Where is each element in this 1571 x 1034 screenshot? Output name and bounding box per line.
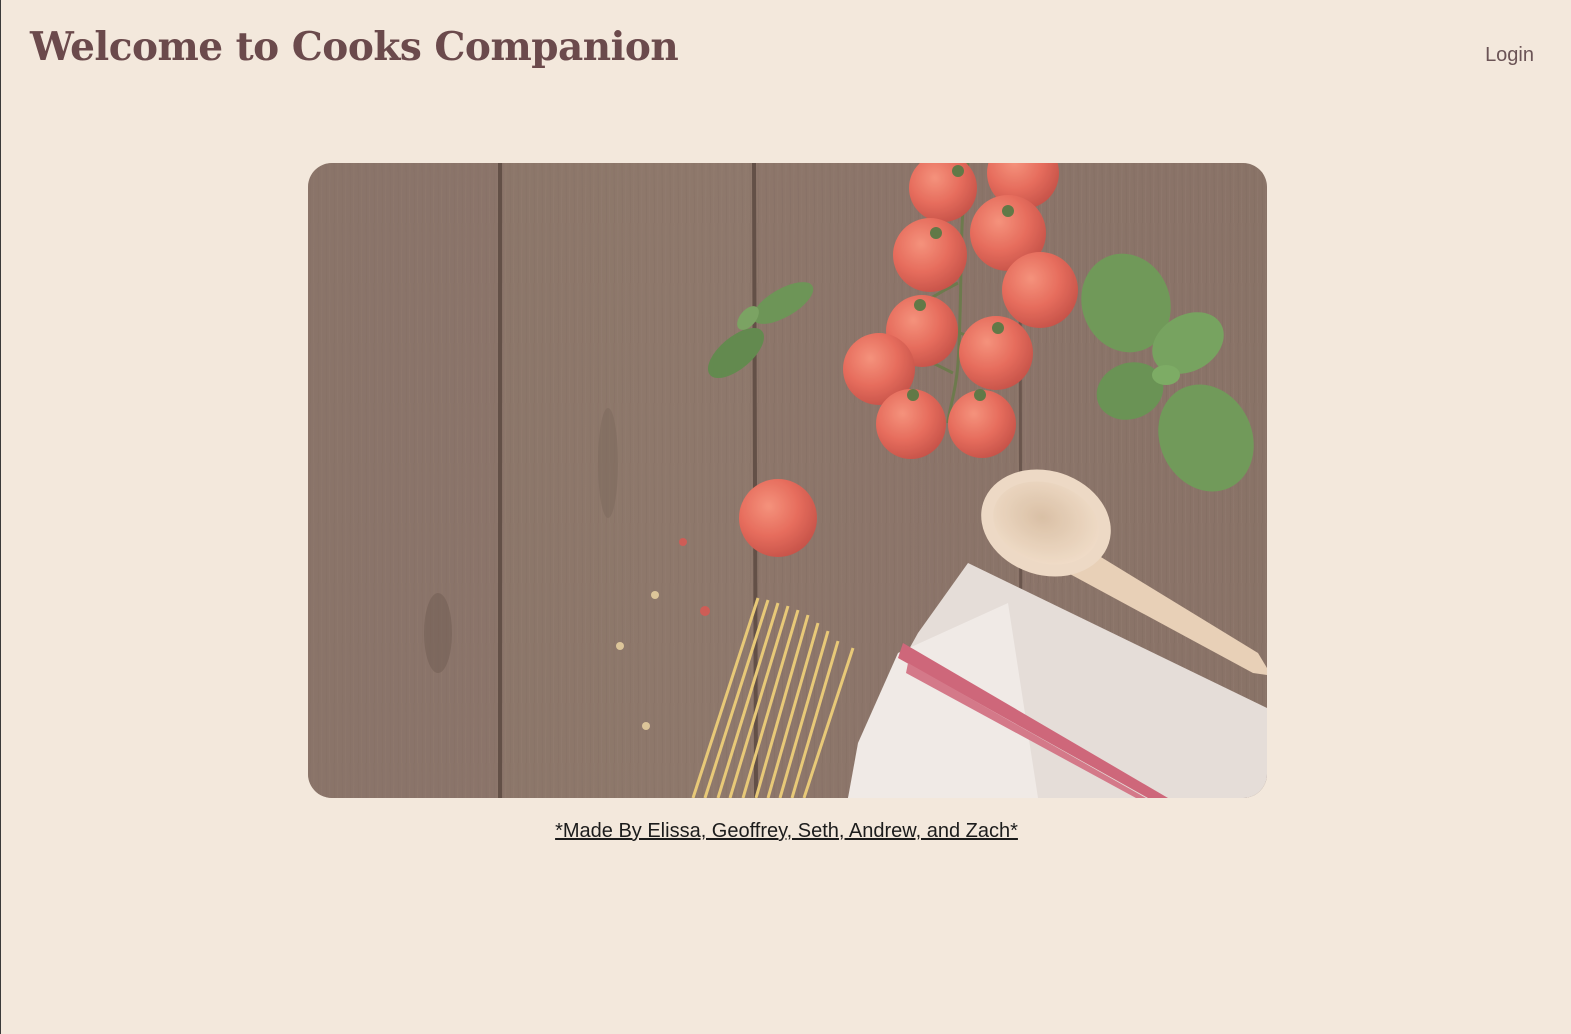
login-link[interactable]: Login [1485, 44, 1534, 67]
credits-link[interactable]: *Made By Elissa, Geoffrey, Seth, Andrew,… [555, 820, 1018, 842]
page-title: Welcome to Cooks Companion [30, 24, 679, 70]
hero-image [308, 163, 1267, 798]
